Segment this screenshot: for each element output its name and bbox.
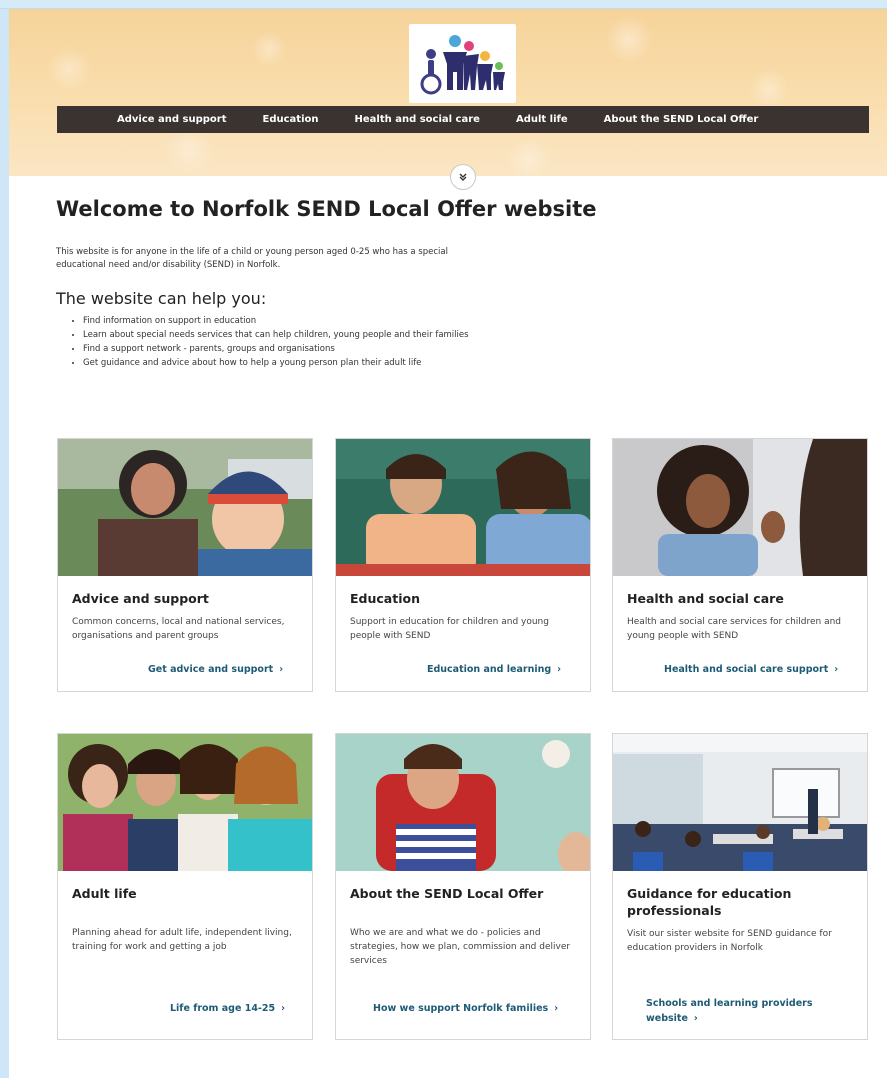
mother-and-child-photo — [58, 439, 312, 576]
card-link-label: Schools and learning providers website — [646, 998, 813, 1024]
nav-item-about-the-send-local-offer[interactable]: About the SEND Local Offer — [604, 114, 759, 125]
classroom-photo — [613, 734, 867, 871]
page-title: Welcome to Norfolk SEND Local Offer webs… — [56, 197, 597, 221]
double-chevron-down-icon — [459, 173, 467, 181]
card-link[interactable]: Health and social care support › — [664, 664, 838, 675]
card-text: Visit our sister website for SEND guidan… — [627, 929, 832, 953]
scroll-down-button[interactable] — [450, 164, 476, 190]
intro-text: This website is for anyone in the life o… — [56, 247, 448, 270]
nav-item-education[interactable]: Education — [263, 114, 319, 125]
card-link-label: How we support Norfolk families — [373, 1003, 549, 1014]
card-education[interactable]: Education Support in education for child… — [335, 438, 591, 692]
card-title: Health and social care — [627, 591, 784, 606]
card-text: Health and social care services for chil… — [627, 617, 842, 641]
boy-in-wheelchair-photo — [336, 734, 590, 871]
family-logo-icon — [420, 35, 505, 95]
card-link-label: Education and learning — [427, 664, 552, 675]
list-item: Find information on support in education — [83, 315, 471, 327]
list-item: Learn about special needs services that … — [83, 329, 471, 341]
card-link[interactable]: Life from age 14-25 › — [170, 1003, 285, 1014]
main-nav: Advice and support Education Health and … — [57, 106, 869, 133]
nav-item-adult-life[interactable]: Adult life — [516, 114, 568, 125]
hero-banner: Advice and support Education Health and … — [9, 9, 887, 176]
card-link[interactable]: Schools and learning providers website › — [646, 996, 836, 1026]
card-guidance-for-education-professionals[interactable]: Guidance for education professionals Vis… — [612, 733, 868, 1040]
card-title: Advice and support — [72, 591, 209, 606]
help-list: Find information on support in education… — [71, 315, 471, 371]
card-health-and-social-care[interactable]: Health and social care Health and social… — [612, 438, 868, 692]
site-logo[interactable] — [409, 24, 516, 103]
chevron-right-icon: › — [554, 1003, 559, 1014]
chevron-right-icon: › — [279, 664, 284, 675]
card-text: Planning ahead for adult life, independe… — [72, 928, 292, 952]
child-signing-photo — [613, 439, 867, 576]
card-text: Support in education for children and yo… — [350, 617, 549, 641]
chevron-right-icon: › — [557, 664, 562, 675]
nav-item-health-and-social-care[interactable]: Health and social care — [355, 114, 480, 125]
chevron-right-icon: › — [693, 1013, 698, 1024]
card-adult-life[interactable]: Adult life Planning ahead for adult life… — [57, 733, 313, 1040]
card-about-the-send-local-offer[interactable]: About the SEND Local Offer Who we are an… — [335, 733, 591, 1040]
card-link-label: Life from age 14-25 — [170, 1003, 276, 1014]
card-text: Who we are and what we do - policies and… — [350, 928, 571, 966]
card-link[interactable]: Get advice and support › — [148, 664, 283, 675]
card-advice-and-support[interactable]: Advice and support Common concerns, loca… — [57, 438, 313, 692]
chevron-right-icon: › — [281, 1003, 286, 1014]
list-item: Get guidance and advice about how to hel… — [83, 357, 471, 369]
card-title: Guidance for education professionals — [627, 886, 792, 918]
card-link-label: Health and social care support — [664, 664, 829, 675]
teacher-and-pupil-photo — [336, 439, 590, 576]
nav-item-advice-and-support[interactable]: Advice and support — [117, 114, 227, 125]
card-title: Education — [350, 591, 420, 606]
group-of-young-people-photo — [58, 734, 312, 871]
card-title: Adult life — [72, 886, 137, 901]
list-item: Find a support network - parents, groups… — [83, 343, 471, 355]
card-title: About the SEND Local Offer — [350, 886, 544, 901]
card-link-label: Get advice and support — [148, 664, 274, 675]
card-link[interactable]: How we support Norfolk families › — [373, 1003, 558, 1014]
card-text: Common concerns, local and national serv… — [72, 617, 285, 641]
help-heading: The website can help you: — [56, 289, 267, 308]
browser-top-strip — [0, 0, 887, 9]
chevron-right-icon: › — [834, 664, 839, 675]
card-link[interactable]: Education and learning › — [427, 664, 561, 675]
page: Advice and support Education Health and … — [9, 9, 887, 1078]
